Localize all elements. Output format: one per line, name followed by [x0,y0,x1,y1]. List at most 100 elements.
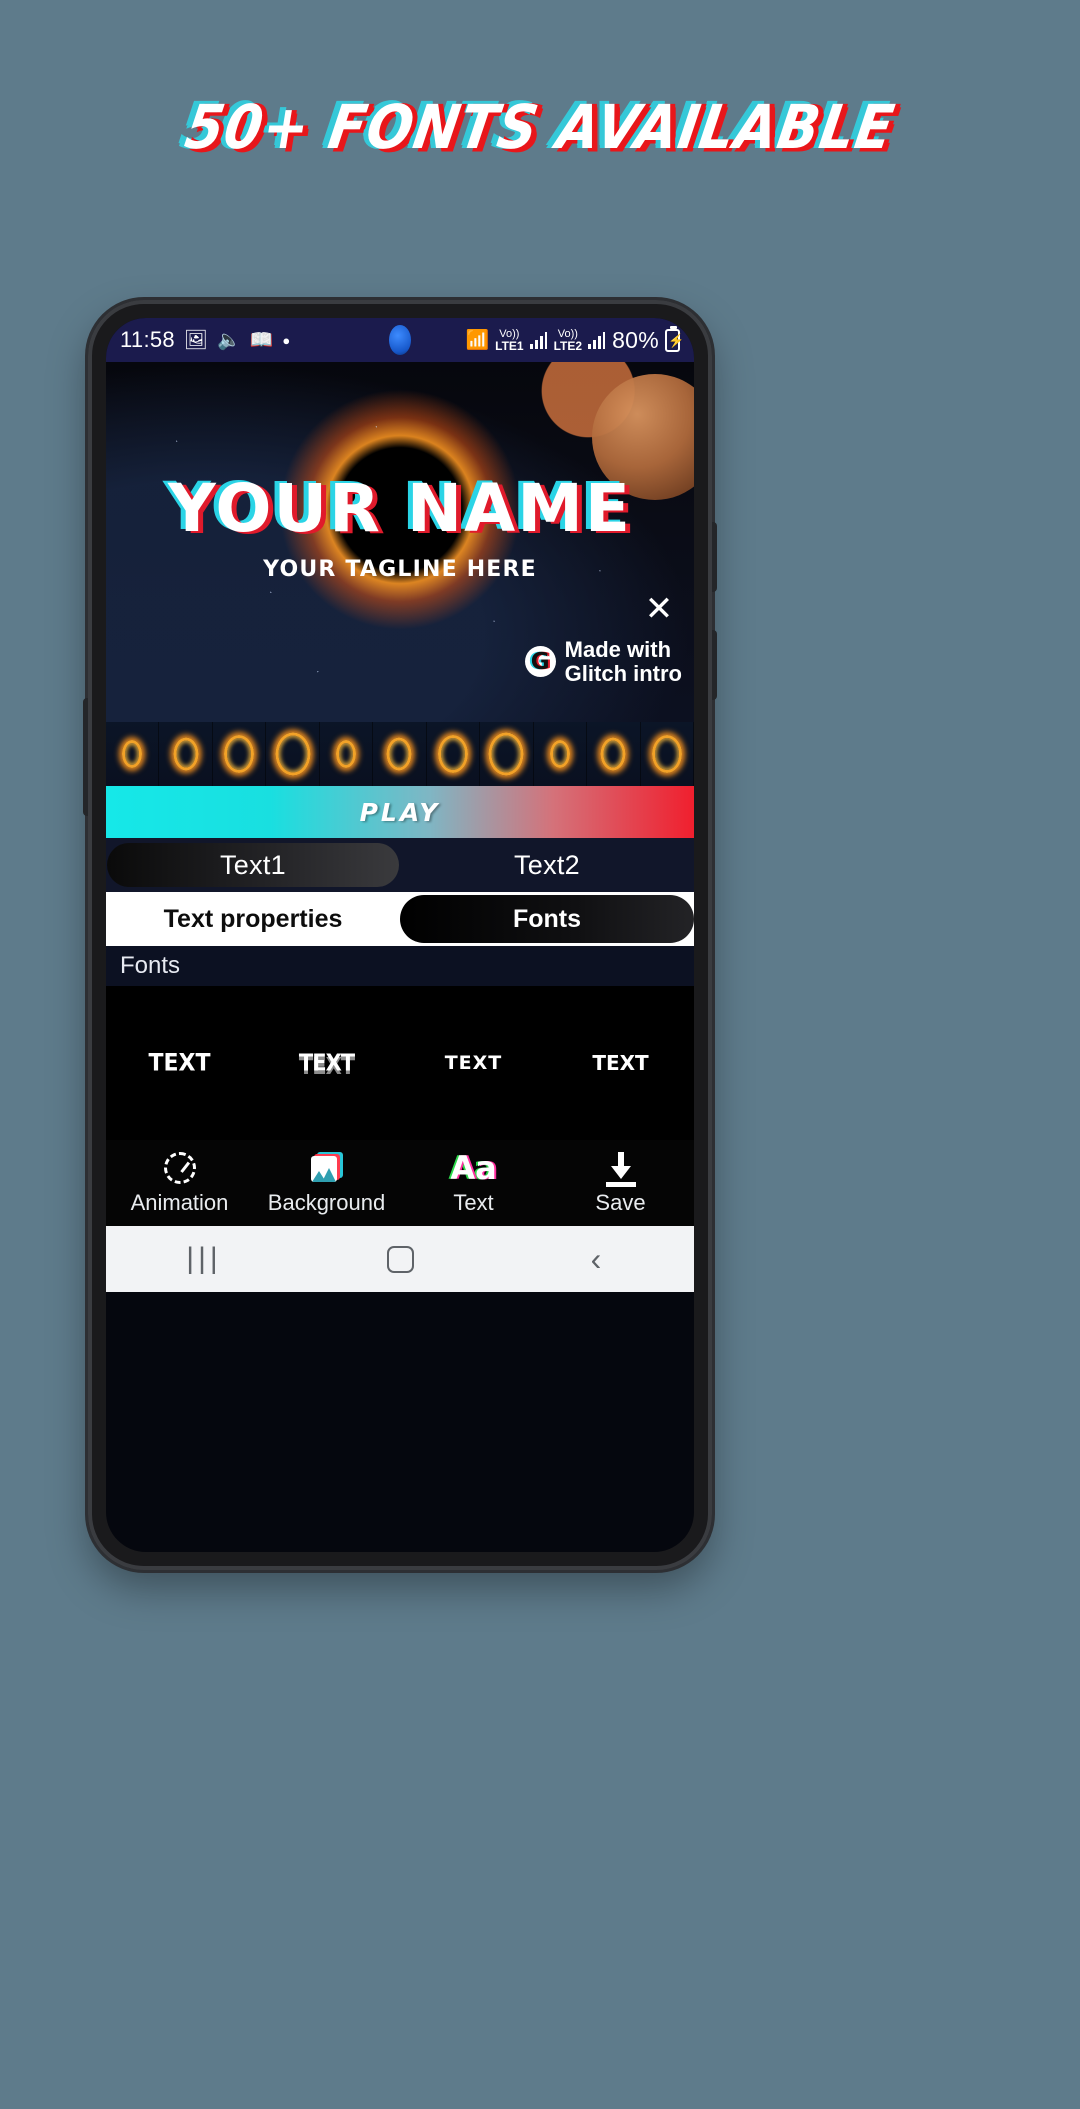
text-layer-tabs: Text1 Text2 [106,838,694,892]
property-tab-text-properties[interactable]: Text properties [106,895,400,943]
watermark-text: Made with Glitch intro [565,638,682,686]
property-tab-label: Fonts [512,904,582,933]
property-tab-label: Text properties [163,904,343,933]
font-sample-3[interactable]: TEXT [400,1052,547,1074]
text-tab-label: Text2 [513,849,581,880]
fonts-section-title: Fonts [106,946,694,986]
battery-percent-label: 80% [612,326,659,353]
timeline-frame-ring [488,732,524,776]
timeline-frame[interactable] [159,722,213,786]
volume-icon: 🔈 [217,329,241,351]
timeline-filmstrip[interactable] [106,722,694,786]
camera-punch-hole [389,325,411,355]
timeline-frame[interactable] [640,722,694,786]
font-sample-label: TEXT [298,1049,355,1077]
timeline-frame-ring [275,732,311,776]
nav-label-text: Text [453,1189,494,1215]
sim1-volte-label: Vo)) [499,327,520,340]
text-aa-icon: Aa [450,1148,497,1187]
home-square-icon [386,1245,414,1273]
timeline-frame-ring [549,740,570,768]
nav-label-background: Background [267,1189,386,1215]
timeline-frame[interactable] [106,722,160,786]
status-clock: 11:58 [120,327,175,352]
image-icon: 🖼 [183,329,209,351]
side-button[interactable] [709,630,717,700]
sim1-network-label: LTE1 [495,338,524,353]
timeline-frame-ring [600,737,626,771]
phone-screen: 11:58 🖼 🔈 📖 ● 📶 Vo)) LTE1 Vo)) LTE2 80% … [106,318,694,1552]
timeline-frame-ring [122,740,143,768]
promo-headline: 50+ FONTS AVAILABLE [0,92,1080,163]
timeline-frame[interactable] [373,722,427,786]
recents-button[interactable]: ||| [106,1242,302,1276]
status-bar-left: 11:58 🖼 🔈 📖 ● [120,327,290,353]
fonts-grid: TEXT TEXT TEXT TEXT [106,986,694,1140]
sim2-indicator: Vo)) LTE2 [553,327,583,353]
wifi-icon: 📶 [465,329,490,351]
font-sample-label: TEXT [592,1051,649,1075]
timeline-frame-ring [336,740,357,768]
timeline-frame[interactable] [426,722,481,786]
timeline-frame[interactable] [587,722,641,786]
preview-name-text: YOUR NAME [167,470,632,547]
text-tab-1[interactable]: Text1 [107,843,399,887]
timeline-frame-ring [437,735,468,773]
timeline-frame[interactable] [266,722,320,786]
timeline-frame[interactable] [480,722,534,786]
dot-icon: ● [282,332,291,348]
property-tab-fonts[interactable]: Fonts [400,895,694,943]
recents-icon: ||| [186,1242,222,1275]
watermark[interactable]: G Made with Glitch intro [524,638,682,686]
timeline-frame-ring [173,737,199,771]
timeline-frame[interactable] [533,722,588,786]
phone-frame: 11:58 🖼 🔈 📖 ● 📶 Vo)) LTE1 Vo)) LTE2 80% … [83,300,717,1570]
sim1-indicator: Vo)) LTE1 [495,327,524,353]
watermark-line-2: Glitch intro [564,660,682,686]
text-tab-2[interactable]: Text2 [401,843,693,887]
timeline-frame[interactable] [319,722,374,786]
home-button[interactable] [302,1245,498,1273]
glitch-logo-icon: G [524,646,556,678]
power-button[interactable] [709,522,717,592]
timeline-frame[interactable] [212,722,267,786]
font-sample-label: TEXT [444,1052,503,1074]
play-button-label: PLAY [359,797,441,827]
back-button[interactable]: ‹ [498,1241,694,1278]
nav-label-save: Save [595,1189,646,1215]
nav-item-background[interactable]: Background [253,1151,400,1216]
sim2-volte-label: Vo)) [557,327,578,340]
volume-button[interactable] [83,698,91,816]
video-preview[interactable]: YOUR NAME YOUR TAGLINE HERE ✕ G Made wit… [106,362,694,722]
sim2-signal-bars-icon [588,331,606,349]
watermark-line-1: Made with [564,637,672,662]
nav-label-animation: Animation [130,1189,229,1215]
font-sample-1[interactable]: TEXT [106,1049,253,1077]
text-property-tabs: Text properties Fonts [106,892,694,946]
sim1-signal-bars-icon [529,331,548,349]
close-icon[interactable]: ✕ [640,592,678,630]
promo-headline-text: 50+ FONTS AVAILABLE [180,92,900,163]
status-bar: 11:58 🖼 🔈 📖 ● 📶 Vo)) LTE1 Vo)) LTE2 80% … [106,318,694,362]
status-bar-right: 📶 Vo)) LTE1 Vo)) LTE2 80% [465,325,684,354]
font-sample-label: TEXT [148,1049,211,1077]
system-navigation-bar: ||| ‹ [106,1226,694,1292]
font-sample-2[interactable]: TEXT [253,1049,400,1077]
save-download-icon [605,1151,636,1187]
text-tab-label: Text1 [219,849,287,880]
animation-icon [163,1151,196,1185]
timeline-frame-ring [224,735,255,773]
background-icon [309,1151,345,1185]
back-chevron-icon: ‹ [590,1240,602,1277]
font-sample-4[interactable]: TEXT [547,1051,694,1075]
book-icon: 📖 [249,329,274,351]
battery-charging-icon [665,325,684,352]
play-button[interactable]: PLAY [106,786,694,838]
timeline-frame-ring [386,737,412,771]
nav-item-save[interactable]: Save [547,1151,694,1216]
timeline-frame-ring [651,735,682,773]
sim2-network-label: LTE2 [553,338,583,353]
nav-item-text[interactable]: Aa Text [400,1151,547,1216]
preview-tagline-text: YOUR TAGLINE HERE [263,557,537,582]
nav-item-animation[interactable]: Animation [106,1151,253,1216]
